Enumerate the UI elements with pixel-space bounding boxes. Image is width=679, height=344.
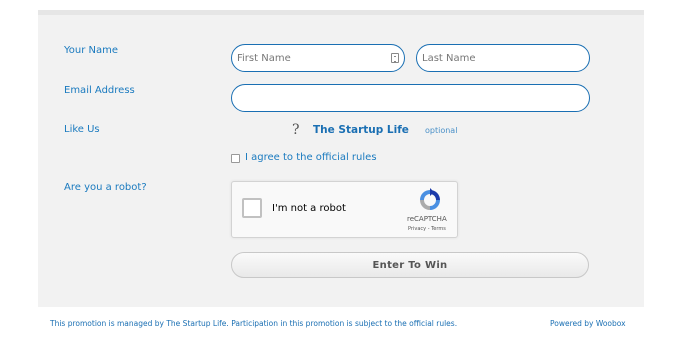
panel-top-strip <box>38 10 644 15</box>
email-label: Email Address <box>64 85 135 96</box>
question-mark-icon[interactable]: ? <box>292 122 300 138</box>
enter-to-win-button[interactable]: Enter To Win <box>231 252 589 278</box>
powered-by-link[interactable]: Powered by Woobox <box>550 319 626 328</box>
recaptcha-brand: reCAPTCHA <box>407 215 447 223</box>
contact-card-icon <box>391 53 399 63</box>
agree-rules-checkbox[interactable] <box>231 154 240 163</box>
recaptcha-label: I'm not a robot <box>272 203 346 214</box>
like-label: Like Us <box>64 124 100 135</box>
agree-rules-label[interactable]: I agree to the official rules <box>245 152 377 163</box>
recaptcha-logo-icon <box>420 188 440 210</box>
recaptcha-widget: I'm not a robot reCAPTCHA Privacy - Term… <box>231 181 458 238</box>
optional-note: optional <box>425 126 458 135</box>
promotion-disclaimer: This promotion is managed by The Startup… <box>50 319 458 328</box>
recaptcha-privacy-terms[interactable]: Privacy - Terms <box>408 226 446 232</box>
like-page-link[interactable]: The Startup Life <box>313 124 409 136</box>
first-name-input[interactable] <box>231 44 405 72</box>
robot-label: Are you a robot? <box>64 182 147 193</box>
recaptcha-checkbox[interactable] <box>242 198 262 218</box>
name-label: Your Name <box>64 45 119 56</box>
last-name-input[interactable] <box>416 44 590 72</box>
email-input[interactable] <box>231 84 590 112</box>
